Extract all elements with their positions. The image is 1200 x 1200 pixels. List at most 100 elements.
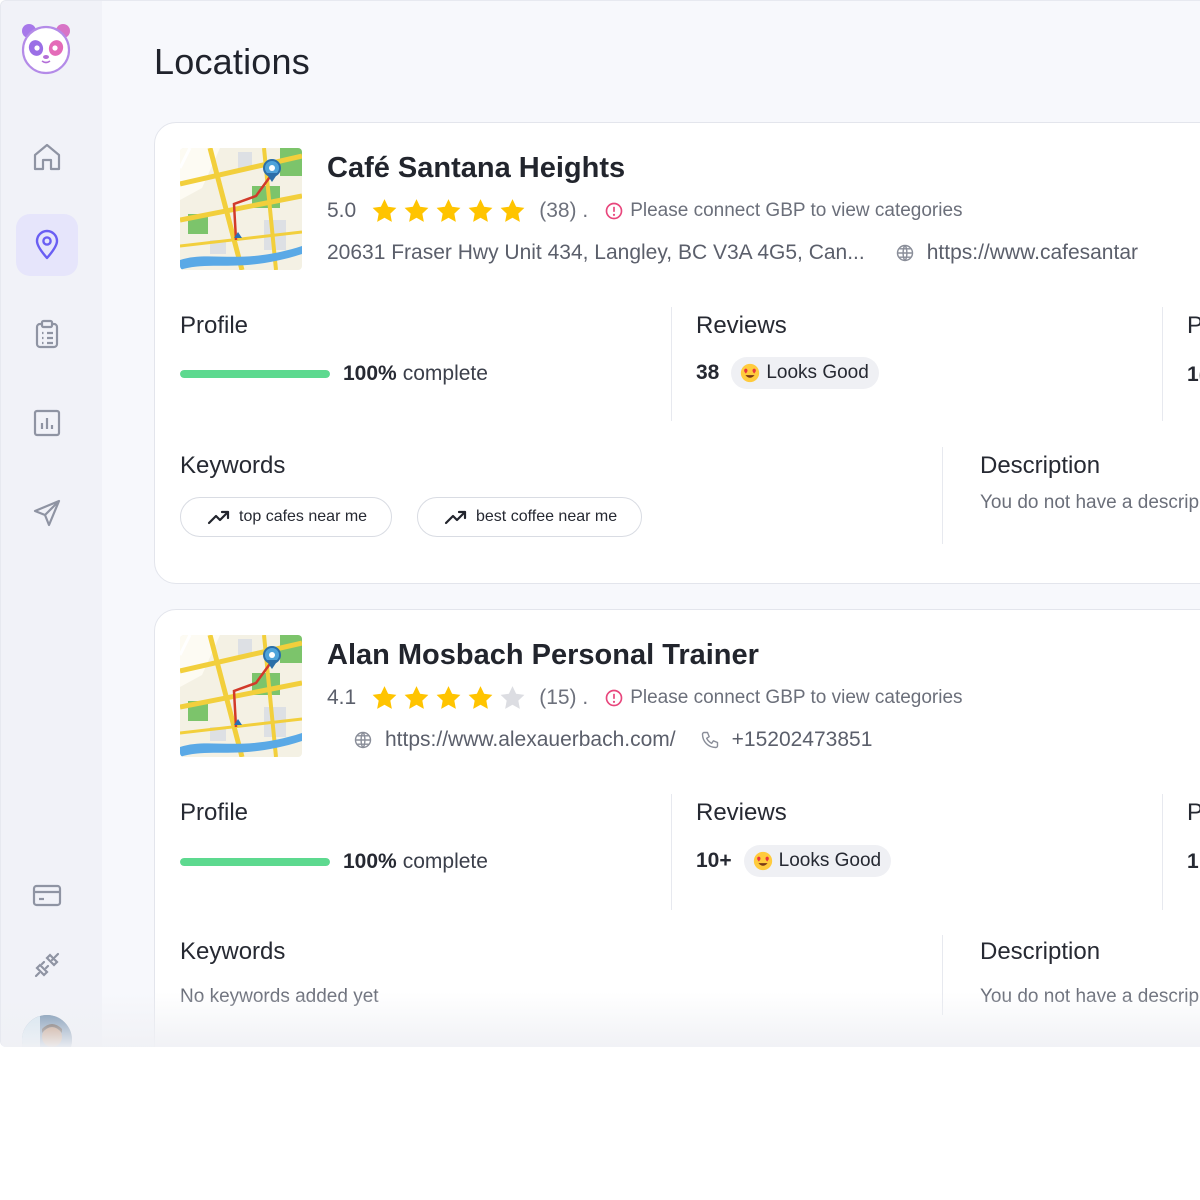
description-text: You do not have a descrip (980, 986, 1200, 1007)
progress-percent: 100% (343, 362, 397, 385)
review-count: (38) . (539, 199, 589, 222)
map-thumbnail (180, 148, 302, 270)
nav-send[interactable] (16, 482, 78, 544)
globe-icon (895, 243, 915, 263)
heart-eyes-emoji-icon (753, 851, 773, 871)
nav-reports[interactable] (16, 392, 78, 454)
keywords-section: Keywords No keywords added yet (180, 938, 379, 1008)
bar-chart-icon (33, 409, 61, 437)
progress-bar (180, 858, 330, 866)
nav-home[interactable] (16, 126, 78, 188)
star-icon (498, 197, 527, 225)
location-card[interactable]: Café Santana Heights 5.0 (38) . Please c… (154, 122, 1200, 584)
cut-section-value: 1( (1187, 363, 1200, 386)
status-text: Looks Good (766, 362, 869, 383)
rating-value: 5.0 (327, 199, 357, 222)
review-count: (15) . (539, 686, 589, 709)
description-section: Description You do not have a descrip (980, 938, 1199, 1008)
website-link[interactable]: https://www.alexauerbach.com/ (385, 728, 676, 752)
panda-logo[interactable] (19, 21, 73, 75)
map-thumbnail (180, 635, 302, 757)
keyword-chip[interactable]: best coffee near me (417, 497, 643, 537)
star-icon (466, 197, 495, 225)
description-title: Description (980, 452, 1101, 479)
keyword-text: top cafes near me (239, 508, 368, 525)
category-warning[interactable]: Please connect GBP to view categories (630, 200, 962, 222)
nav-locations[interactable] (16, 214, 78, 276)
info-line: https://www.alexauerbach.com/ +152024738… (353, 728, 872, 752)
progress-percent: 100% (343, 850, 397, 873)
divider (671, 794, 672, 910)
profile-section: Profile (180, 312, 248, 340)
progress-bar (180, 370, 330, 378)
keywords-title: Keywords (180, 938, 286, 965)
rating-value: 4.1 (327, 686, 357, 709)
keywords-empty-text: No keywords added yet (180, 986, 379, 1007)
nav-billing[interactable] (16, 864, 78, 926)
progress-fill (180, 370, 330, 378)
status-badge[interactable]: Looks Good (743, 845, 892, 877)
star-icon (402, 684, 431, 712)
star-empty-icon (498, 684, 527, 712)
star-icon (370, 684, 399, 712)
divider (942, 935, 943, 1015)
reviews-title: Reviews (696, 312, 787, 339)
alert-circle-icon (604, 201, 624, 221)
status-badge[interactable]: Looks Good (731, 357, 879, 389)
plug-icon (34, 952, 60, 978)
star-icon (434, 197, 463, 225)
nav-tasks[interactable] (16, 303, 78, 365)
trending-up-icon (207, 509, 231, 525)
cut-section-title: P (1187, 312, 1200, 340)
nav-integrations[interactable] (16, 934, 78, 996)
description-section: Description You do not have a descrip (980, 452, 1199, 514)
location-name[interactable]: Café Santana Heights (327, 152, 625, 185)
keyword-text: best coffee near me (476, 508, 618, 525)
star-icon (402, 197, 431, 225)
keywords-section: Keywords (180, 452, 285, 480)
profile-title: Profile (180, 799, 249, 826)
rating-line: 5.0 (38) . Please connect GBP to view ca… (327, 197, 963, 225)
keyword-chip[interactable]: top cafes near me (180, 497, 393, 537)
keywords-title: Keywords (180, 452, 286, 479)
progress-fill (180, 858, 330, 866)
clipboard-icon (35, 319, 59, 349)
reviews-section: Reviews (696, 799, 787, 827)
page-title: Locations (154, 41, 310, 82)
avatar[interactable] (22, 1015, 72, 1047)
main-content: Locations Café Santana Heights 5.0 (38) … (102, 1, 1200, 1047)
category-warning[interactable]: Please connect GBP to view categories (630, 687, 962, 709)
progress-label: complete (402, 850, 488, 873)
divider (942, 447, 943, 544)
alert-circle-icon (604, 688, 624, 708)
phone-number[interactable]: +15202473851 (732, 728, 873, 752)
heart-eyes-emoji-icon (740, 363, 760, 383)
address: 20631 Fraser Hwy Unit 434, Langley, BC V… (327, 241, 865, 264)
rating-line: 4.1 (15) . Please connect GBP to view ca… (327, 684, 963, 712)
description-text: You do not have a descrip (980, 492, 1200, 513)
profile-progress: 100% complete (180, 362, 488, 386)
cut-section-value: 1 (1187, 850, 1199, 873)
home-icon (33, 143, 61, 171)
divider (1162, 307, 1163, 421)
star-rating (370, 197, 527, 225)
reviews-count: 10+ (696, 849, 732, 872)
cut-section-title: P (1187, 799, 1200, 827)
location-name[interactable]: Alan Mosbach Personal Trainer (327, 639, 759, 672)
info-line: 20631 Fraser Hwy Unit 434, Langley, BC V… (327, 241, 1138, 265)
star-icon (370, 197, 399, 225)
location-card[interactable]: Alan Mosbach Personal Trainer 4.1 (15) .… (154, 609, 1200, 1047)
trending-up-icon (444, 509, 468, 525)
progress-label: complete (402, 362, 488, 385)
description-title: Description (980, 938, 1101, 965)
divider (671, 307, 672, 421)
divider (1162, 794, 1163, 910)
reviews-summary: 10+ Looks Good (696, 845, 892, 877)
reviews-count: 38 (696, 361, 720, 384)
profile-title: Profile (180, 312, 249, 339)
star-icon (434, 684, 463, 712)
star-rating (370, 684, 527, 712)
map-pin-icon (35, 229, 59, 260)
website-link[interactable]: https://www.cafesantar (927, 241, 1138, 265)
credit-card-icon (32, 884, 62, 907)
